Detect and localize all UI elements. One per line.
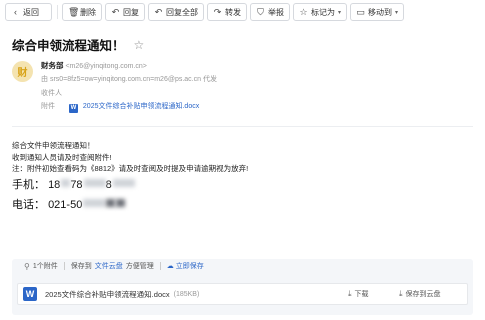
reply-label: 回复 [123, 7, 139, 17]
cloud-disk-link[interactable]: 文件云盘 [95, 261, 123, 271]
download-label: 下载 [354, 291, 369, 298]
download-icon: ⤓ [348, 289, 352, 298]
sender-row: 财务部 <m26@yinqitong.com.cn> [41, 60, 147, 71]
save-cloud-icon: ☁ [166, 263, 174, 270]
attachment-header: ⚲ 1个附件 保存到 文件云盘 方便管理 ☁ 立即保存 [24, 260, 204, 272]
attachment-file-name[interactable]: 2025文件综合补贴申领流程通知.docx [45, 289, 170, 300]
phone-visible-a: 18 [48, 178, 61, 191]
delete-label: 删除 [80, 7, 96, 17]
recipient-label: 收件人 [41, 90, 62, 97]
delete-button[interactable]: 🗑 删除 [62, 3, 102, 21]
chevron-down-icon: ▾ [395, 9, 399, 16]
reply-icon: ↶ [111, 6, 120, 17]
body-line: 注：附件初始查看码为《8812》请及时查阅及时提及申请逾期视为放弃! [12, 164, 249, 173]
move-to-label: 移动到 [368, 7, 393, 17]
recipient-row: 收件人 [41, 88, 67, 98]
attachment-label: 附件 [41, 103, 55, 110]
save-to-cloud-button[interactable]: ⤓ 保存到云盘 [399, 289, 441, 299]
word-file-icon: W [68, 104, 78, 113]
star-icon[interactable]: ☆ [134, 38, 145, 52]
chevron-down-icon: ▾ [338, 9, 342, 16]
forward-label: 转发 [225, 7, 241, 17]
phone-label: 手机： [12, 178, 45, 191]
sender-name[interactable]: 财务部 [41, 61, 64, 70]
report-button[interactable]: ⛉ 举报 [250, 3, 290, 21]
trash-icon: 🗑 [68, 6, 80, 17]
sender-proxy: 由 srs0=8fz5=ow=yinqitong.com.cn=m26@ps.a… [41, 76, 217, 83]
mark-as-button[interactable]: ☆ 标记为 ▾ [293, 3, 348, 21]
manage-text: 方便管理 [125, 263, 154, 270]
toolbar: ‹ 返回 🗑 删除 ↶ 回复 ↶ 回复全部 ↷ 转发 ⛉ 举报 ☆ 标记为 ▾ … [0, 0, 485, 24]
mail-subject: 综合申领流程通知！ ☆ [12, 35, 144, 54]
forward-button[interactable]: ↷ 转发 [207, 3, 247, 21]
back-label: 返回 [23, 7, 39, 17]
redaction-blur [83, 198, 106, 207]
divider [159, 262, 161, 270]
toolbar-divider [57, 5, 58, 19]
phone-line: 手机： 18 78 8 [12, 175, 248, 195]
chevron-left-icon: ‹ [14, 7, 17, 17]
sender-email: <m26@yinqitong.com.cn> [65, 63, 147, 70]
forward-icon: ↷ [213, 6, 222, 17]
body-line: 综合文件申领流程通知！ [12, 141, 95, 150]
redaction-blur [61, 178, 71, 187]
header-divider [12, 126, 473, 127]
phone-visible-c: 8 [105, 178, 112, 191]
body-line: 收到通知人员请及时查阅附件! [12, 152, 112, 162]
attachment-panel: ⚲ 1个附件 保存到 文件云盘 方便管理 ☁ 立即保存 W 2025文件综合补贴… [12, 259, 473, 315]
redaction-blur [116, 198, 126, 207]
redaction-blur [106, 198, 116, 207]
cloud-save-icon: ⤓ [399, 289, 403, 298]
attachment-file-size: (185KB) [173, 290, 200, 298]
report-label: 举报 [268, 7, 284, 17]
attachment-link[interactable]: 2025文件综合补贴申领流程通知.docx [83, 103, 199, 110]
attachment-count: 1个附件 [32, 263, 58, 270]
save-to-cloud-label: 保存到云盘 [405, 291, 441, 298]
shield-icon: ⛉ [257, 6, 264, 17]
redaction-blur [112, 178, 135, 187]
star-icon: ☆ [299, 6, 308, 17]
save-to-label: 保存到 [70, 263, 92, 270]
reply-all-button[interactable]: ↶ 回复全部 [148, 3, 204, 21]
download-button[interactable]: ⤓ 下载 [348, 289, 369, 299]
reply-all-icon: ↶ [154, 6, 163, 17]
redaction-blur [83, 178, 106, 187]
attachment-row: 附件 W 2025文件综合补贴申领流程通知.docx [41, 101, 199, 113]
tel-label: 电话： [12, 198, 45, 211]
back-button[interactable]: ‹ 返回 [5, 3, 52, 21]
save-now-link[interactable]: 立即保存 [176, 261, 204, 271]
subject-text: 综合申领流程通知！ [12, 39, 125, 53]
divider [63, 262, 65, 270]
attachment-card[interactable]: W 2025文件综合补贴申领流程通知.docx (185KB) ⤓ 下载 ⤓ 保… [17, 283, 468, 305]
word-file-icon: W [23, 287, 37, 301]
reply-button[interactable]: ↶ 回复 [105, 3, 145, 21]
avatar: 财 [12, 61, 33, 82]
phone-visible-b: 78 [70, 178, 83, 191]
paperclip-icon: ⚲ [24, 261, 30, 271]
tel-visible: 021-50 [48, 198, 83, 211]
move-to-button[interactable]: ▭ 移动到 ▾ [350, 3, 405, 21]
mark-as-label: 标记为 [311, 7, 335, 17]
tel-line: 电话： 021-50 [12, 195, 248, 215]
mail-body: 综合文件申领流程通知！ 收到通知人员请及时查阅附件! 注：附件初始查看码为《88… [12, 140, 248, 215]
folder-icon: ▭ [356, 6, 365, 17]
reply-all-label: 回复全部 [166, 7, 198, 17]
